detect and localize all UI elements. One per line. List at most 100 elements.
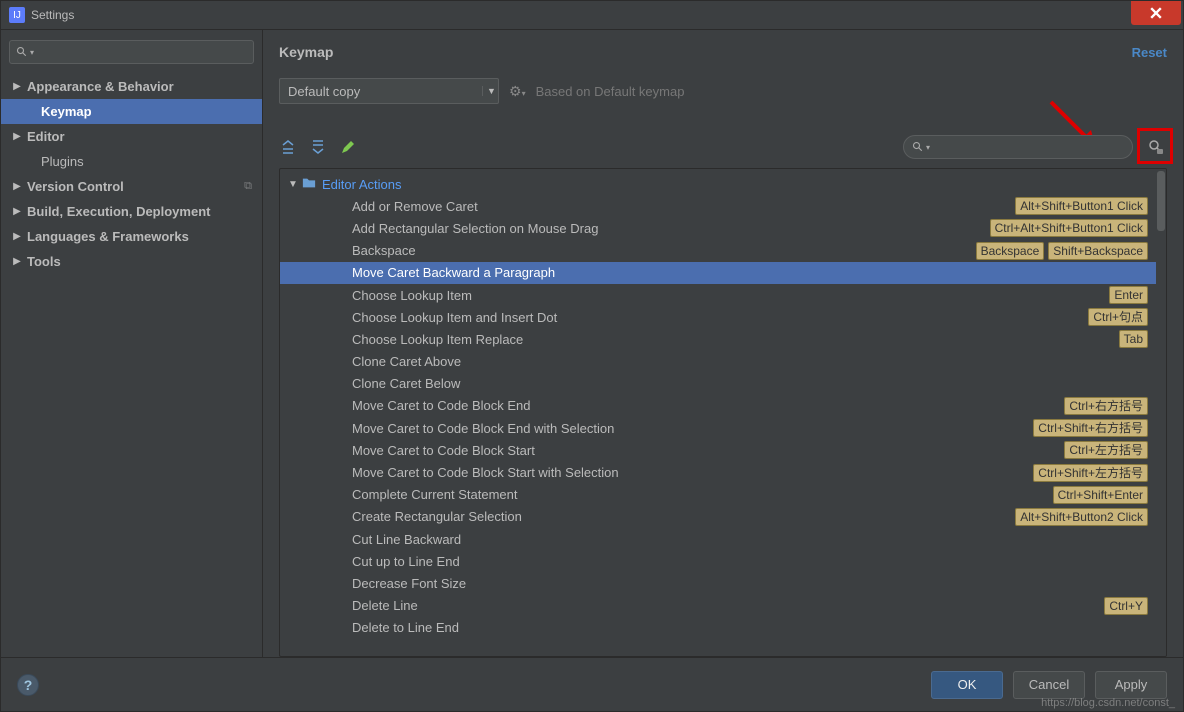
action-label: Choose Lookup Item xyxy=(352,288,1109,303)
find-by-shortcut-button[interactable] xyxy=(1145,136,1167,158)
shortcuts: Ctrl+Y xyxy=(1104,597,1148,615)
keymap-toolbar: ▾ xyxy=(279,126,1167,168)
action-label: Move Caret to Code Block End with Select… xyxy=(352,421,1033,436)
expand-all-icon[interactable] xyxy=(279,138,297,156)
settings-search[interactable]: ▾ xyxy=(9,40,254,64)
main-header: Keymap Reset xyxy=(279,30,1167,74)
action-label: Choose Lookup Item Replace xyxy=(352,332,1119,347)
shortcut-badge: Ctrl+句点 xyxy=(1088,308,1148,326)
shortcuts: Ctrl+Alt+Shift+Button1 Click xyxy=(990,219,1148,237)
shortcut-badge: Tab xyxy=(1119,330,1148,348)
scheme-value: Default copy xyxy=(288,84,360,99)
settings-tree: ▶Appearance & BehaviorKeymap ▶ Editor Plugi… xyxy=(1,70,262,274)
reset-link[interactable]: Reset xyxy=(1132,45,1167,60)
cancel-button[interactable]: Cancel xyxy=(1013,671,1085,699)
shortcut-badge: Ctrl+Shift+左方括号 xyxy=(1033,464,1148,482)
action-label: Add or Remove Caret xyxy=(352,199,1015,214)
sidebar-item[interactable]: Keymap xyxy=(1,99,262,124)
help-button[interactable]: ? xyxy=(17,674,39,696)
sidebar-item-label: Version Control xyxy=(27,179,124,194)
action-row[interactable]: Decrease Font Size xyxy=(280,572,1156,594)
action-row[interactable]: Move Caret Backward a Paragraph xyxy=(280,262,1156,284)
apply-button[interactable]: Apply xyxy=(1095,671,1167,699)
sidebar-item[interactable]: Plugins xyxy=(1,149,262,174)
action-row[interactable]: Move Caret to Code Block End with Select… xyxy=(280,417,1156,439)
action-row[interactable]: Delete LineCtrl+Y xyxy=(280,595,1156,617)
action-row[interactable]: Complete Current StatementCtrl+Shift+Ent… xyxy=(280,484,1156,506)
shortcut-badge: Enter xyxy=(1109,286,1148,304)
tree-group[interactable]: ▼ Editor Actions xyxy=(280,173,1156,195)
dialog-body: ▾ ▶Appearance & BehaviorKeymap ▶ Editor Plu… xyxy=(1,30,1183,657)
chevron-down-icon: ▾ xyxy=(30,48,34,57)
action-row[interactable]: Cut up to Line End xyxy=(280,550,1156,572)
action-row[interactable]: Choose Lookup Item and Insert DotCtrl+句点 xyxy=(280,306,1156,328)
folder-icon xyxy=(302,176,318,193)
action-row[interactable]: Choose Lookup ItemEnter xyxy=(280,284,1156,306)
sidebar-item[interactable]: ▶Languages & Frameworks xyxy=(1,224,262,249)
action-label: Move Caret to Code Block End xyxy=(352,398,1064,413)
action-row[interactable]: Delete to Line End xyxy=(280,617,1156,639)
sidebar-item-label: Plugins xyxy=(41,154,84,169)
shortcuts: Ctrl+Shift+右方括号 xyxy=(1033,419,1148,437)
action-label: Clone Caret Above xyxy=(352,354,1148,369)
shortcuts: Tab xyxy=(1119,330,1148,348)
sidebar-item[interactable]: ▶Tools xyxy=(1,249,262,274)
action-row[interactable]: Cut Line Backward xyxy=(280,528,1156,550)
action-row[interactable]: Choose Lookup Item ReplaceTab xyxy=(280,328,1156,350)
actions-tree[interactable]: ▼Editor ActionsAdd or Remove CaretAlt+Sh… xyxy=(280,169,1156,656)
chevron-right-icon: ▶ xyxy=(11,231,23,242)
shortcut-badge: Alt+Shift+Button2 Click xyxy=(1015,508,1148,526)
action-row[interactable]: Move Caret to Code Block EndCtrl+右方括号 xyxy=(280,395,1156,417)
shortcuts: Alt+Shift+Button2 Click xyxy=(1015,508,1148,526)
shortcut-badge: Ctrl+Shift+Enter xyxy=(1053,486,1148,504)
action-row[interactable]: BackspaceBackspaceShift+Backspace xyxy=(280,240,1156,262)
shortcuts: Alt+Shift+Button1 Click xyxy=(1015,197,1148,215)
action-row[interactable]: Add Rectangular Selection on Mouse DragC… xyxy=(280,217,1156,239)
action-label: Cut Line Backward xyxy=(352,532,1148,547)
edit-icon[interactable] xyxy=(339,138,357,156)
action-label: Clone Caret Below xyxy=(352,376,1148,391)
action-label: Move Caret to Code Block Start with Sele… xyxy=(352,465,1033,480)
sidebar-item-label: Editor xyxy=(27,129,65,144)
keymap-scheme-select[interactable]: Default copy ▼ xyxy=(279,78,499,104)
sidebar-item-label: Tools xyxy=(27,254,61,269)
action-search-input[interactable]: ▾ xyxy=(903,135,1133,159)
shortcut-badge: Shift+Backspace xyxy=(1048,242,1148,260)
action-row[interactable]: Create Rectangular SelectionAlt+Shift+Bu… xyxy=(280,506,1156,528)
chevron-down-icon: ▼ xyxy=(482,86,498,96)
gear-icon[interactable]: ⚙▾ xyxy=(509,83,526,100)
ok-button[interactable]: OK xyxy=(931,671,1003,699)
chevron-right-icon: ▶ xyxy=(11,181,23,192)
settings-window: IJ Settings ▾ ▶Appearance & BehaviorKeym… xyxy=(0,0,1184,712)
sidebar-item[interactable]: ▶ Editor xyxy=(1,124,262,149)
collapse-all-icon[interactable] xyxy=(309,138,327,156)
shortcut-badge: Ctrl+Y xyxy=(1104,597,1148,615)
dialog-footer: ? OK Cancel Apply xyxy=(1,657,1183,711)
action-label: Backspace xyxy=(352,243,976,258)
chevron-right-icon: ▶ xyxy=(11,131,23,142)
action-row[interactable]: Clone Caret Below xyxy=(280,373,1156,395)
sidebar-item[interactable]: ▶Build, Execution, Deployment xyxy=(1,199,262,224)
chevron-down-icon: ▼ xyxy=(288,179,302,190)
close-button[interactable] xyxy=(1131,1,1181,25)
chevron-right-icon: ▶ xyxy=(11,206,23,217)
sidebar-item[interactable]: ▶Version Control⧉ xyxy=(1,174,262,199)
action-label: Create Rectangular Selection xyxy=(352,509,1015,524)
scrollbar-thumb[interactable] xyxy=(1157,171,1165,231)
group-label: Editor Actions xyxy=(322,177,1148,192)
action-row[interactable]: Move Caret to Code Block StartCtrl+左方括号 xyxy=(280,439,1156,461)
shortcuts: Ctrl+句点 xyxy=(1088,308,1148,326)
scrollbar[interactable] xyxy=(1156,169,1166,656)
action-label: Move Caret Backward a Paragraph xyxy=(352,265,1148,280)
action-label: Move Caret to Code Block Start xyxy=(352,443,1064,458)
action-row[interactable]: Clone Caret Above xyxy=(280,351,1156,373)
shortcut-badge: Alt+Shift+Button1 Click xyxy=(1015,197,1148,215)
shortcuts: Ctrl+右方括号 xyxy=(1064,397,1148,415)
search-icon xyxy=(912,141,924,153)
action-row[interactable]: Move Caret to Code Block Start with Sele… xyxy=(280,461,1156,483)
search-icon xyxy=(16,46,28,58)
action-row[interactable]: Add or Remove CaretAlt+Shift+Button1 Cli… xyxy=(280,195,1156,217)
action-label: Delete to Line End xyxy=(352,620,1148,635)
shortcuts: Ctrl+左方括号 xyxy=(1064,441,1148,459)
sidebar-item[interactable]: ▶Appearance & Behavior xyxy=(1,74,262,99)
